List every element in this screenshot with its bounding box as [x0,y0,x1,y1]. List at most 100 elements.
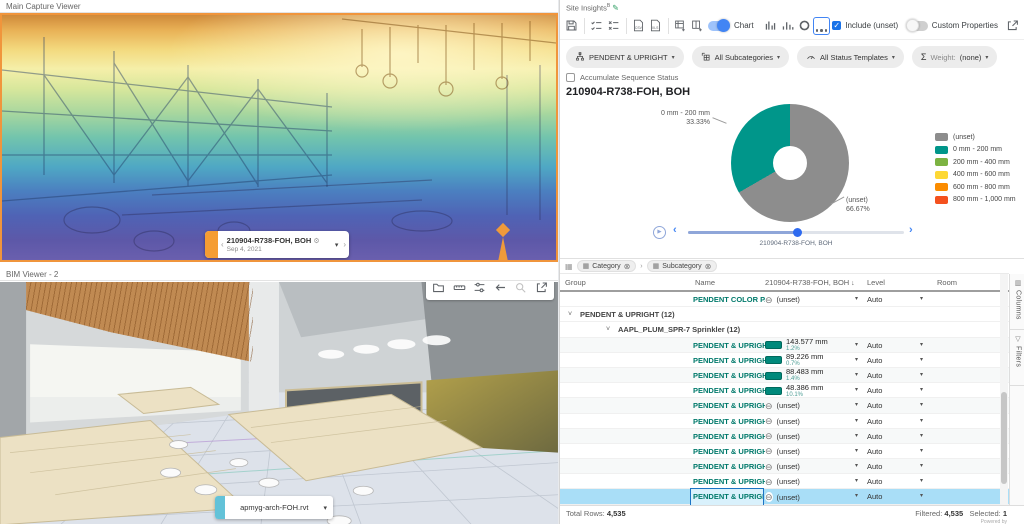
status-dropdown-caret-icon[interactable]: ▾ [855,353,858,368]
level-value[interactable]: Auto [867,398,882,413]
ruler-icon[interactable] [451,282,467,296]
include-unset-checkbox[interactable]: ✓ [832,21,841,30]
element-name[interactable]: PENDENT & UPRIGHT [693,353,765,368]
element-name[interactable]: PENDENT & UPRIGHT [693,459,765,474]
scrollbar-thumb[interactable] [1001,392,1007,484]
folder-icon[interactable] [431,282,447,296]
legend-item[interactable]: 600 mm - 800 mm [935,183,1016,191]
column-header-210904-r738-foh-boh[interactable]: 210904-R738-FOH, BOH ↓ [765,274,855,293]
status-dropdown-caret-icon[interactable]: ▾ [855,383,858,398]
export-xls-icon[interactable]: XLS [647,17,664,35]
level-dropdown-caret-icon[interactable]: ▾ [920,414,923,429]
table-row[interactable]: PENDENT & UPRIGHT⊖(unset)▾Auto▾ [560,398,1009,413]
status-cell[interactable]: ⊖(unset) [765,414,800,429]
chip-remove-icon[interactable]: ⊗ [705,262,712,271]
level-value[interactable]: Auto [867,429,882,444]
side-tab-columns[interactable]: ▥Columns [1010,274,1024,330]
level-value[interactable]: Auto [867,414,882,429]
legend-item[interactable]: 200 mm - 400 mm [935,158,1016,166]
status-dropdown-caret-icon[interactable]: ▾ [855,338,858,353]
legend-item[interactable]: 0 mm - 200 mm [935,146,1016,154]
legend-item[interactable]: 400 mm - 600 mm [935,171,1016,179]
status-cell[interactable]: 143.577 mm1.2% [765,338,828,353]
group-row[interactable]: ˅PENDENT & UPRIGHT (12) [560,307,1009,322]
next-scan-button[interactable]: › [340,240,349,249]
bim-viewport[interactable]: apmyg-arch-FOH.rvt ▾ [0,282,558,524]
status-cell[interactable]: ⊖(unset) [765,474,800,489]
table-row[interactable]: PENDENT & UPRIGHT⊖(unset)▾Auto▾ [560,474,1009,489]
status-cell[interactable]: ⊖(unset) [765,398,800,413]
table-row[interactable]: PENDENT & UPRIGHT143.577 mm1.2%▾Auto▾ [560,338,1009,353]
status-dropdown-caret-icon[interactable]: ▾ [855,474,858,489]
element-name[interactable]: PENDENT & UPRIGHT [693,398,765,413]
export-csv-icon[interactable]: CSV [630,17,647,35]
grid-vertical-scrollbar[interactable] [1000,274,1008,505]
level-dropdown-caret-icon[interactable]: ▾ [920,444,923,459]
status-dropdown-caret-icon[interactable]: ▾ [855,398,858,413]
column-header-name[interactable]: Name [695,274,715,292]
level-dropdown-caret-icon[interactable]: ▾ [920,353,923,368]
timeline-prev-chevron[interactable]: ‹ [673,224,677,236]
status-cell[interactable]: 48.386 mm10.1% [765,383,824,398]
status-dropdown-caret-icon[interactable]: ▾ [855,459,858,474]
multi-select-check-icon[interactable] [588,17,605,35]
level-value[interactable]: Auto [867,444,882,459]
level-dropdown-caret-icon[interactable]: ▾ [920,429,923,444]
column-header-room[interactable]: Room [937,274,957,292]
element-name[interactable]: PENDENT & UPRIGHT [693,429,765,444]
weight-dropdown[interactable]: Σ Weight: (none) ▾ [912,46,998,68]
table-row[interactable]: PENDENT & UPRIGHT⊖(unset)▾Auto▾ [560,459,1009,474]
table-row[interactable]: PENDENT COLOR P...⊖(unset)▾Auto▾ [560,292,1009,307]
status-dropdown-caret-icon[interactable]: ▾ [855,444,858,459]
multi-deselect-x-icon[interactable] [605,17,622,35]
status-dropdown-caret-icon[interactable]: ▾ [855,414,858,429]
status-cell[interactable]: ⊖(unset) [765,292,800,307]
collapse-chevron-icon[interactable]: ˅ [568,307,572,322]
legend-item[interactable]: 800 mm - 1,000 mm [935,196,1016,204]
search-icon[interactable] [513,282,529,296]
dot-plot-icon-selected[interactable] [813,17,831,35]
level-dropdown-caret-icon[interactable]: ▾ [920,474,923,489]
back-arrow-icon[interactable] [492,282,508,296]
level-value[interactable]: Auto [867,338,882,353]
open-in-new-icon[interactable] [533,282,549,296]
level-dropdown-caret-icon[interactable]: ▾ [920,292,923,307]
level-value[interactable]: Auto [867,489,882,504]
bim-model-selector[interactable]: apmyg-arch-FOH.rvt ▾ [215,496,333,519]
level-dropdown-caret-icon[interactable]: ▾ [920,368,923,383]
previous-scan-button[interactable]: ‹ [218,240,227,249]
donut-chart-icon[interactable] [796,17,813,35]
status-dropdown-caret-icon[interactable]: ▾ [855,368,858,383]
tune-settings-icon[interactable] [472,282,488,296]
status-cell[interactable]: ⊖(unset) [765,429,800,444]
element-name[interactable]: PENDENT & UPRIGHT [693,444,765,459]
add-column-icon[interactable] [689,17,706,35]
timeline-next-chevron[interactable]: › [909,224,913,236]
scan-dropdown-caret-icon[interactable]: ▾ [333,241,341,249]
level-dropdown-caret-icon[interactable]: ▾ [920,338,923,353]
chip-remove-icon[interactable]: ⊗ [624,262,631,271]
level-value[interactable]: Auto [867,353,882,368]
custom-properties-toggle[interactable] [906,21,928,31]
save-icon[interactable] [563,17,580,35]
table-row[interactable]: PENDENT & UPRIGHT⊖(unset)▾Auto▾ [560,429,1009,444]
level-dropdown-caret-icon[interactable]: ▾ [920,489,923,504]
sort-descending-icon[interactable]: ↓ [849,280,854,287]
group-chip-subcategory[interactable]: ▦Subcategory⊗ [647,260,718,272]
element-name[interactable]: PENDENT & UPRIGHT [693,383,765,398]
table-row[interactable]: PENDENT & UPRIGHT⊖(unset)▾Auto▾ [560,414,1009,429]
table-row[interactable]: PENDENT & UPRIGHT48.386 mm10.1%▾Auto▾ [560,383,1009,398]
status-cell[interactable]: ⊖(unset) [765,459,800,474]
table-row[interactable]: PENDENT & UPRIGHT88.483 mm1.4%▾Auto▾ [560,368,1009,383]
accumulate-sequence-checkbox[interactable] [566,73,575,82]
legend-item[interactable]: (unset) [935,133,1016,141]
level-value[interactable]: Auto [867,474,882,489]
status-template-filter-dropdown[interactable]: All Status Templates ▾ [797,46,904,68]
status-dropdown-caret-icon[interactable]: ▾ [855,292,858,307]
collapse-chevron-icon[interactable]: ˅ [606,322,610,337]
group-chip-category[interactable]: ▦Category⊗ [577,260,637,272]
subcategory-filter-dropdown[interactable]: All Subcategories ▾ [692,46,789,68]
level-dropdown-caret-icon[interactable]: ▾ [920,459,923,474]
point-cloud-viewport[interactable]: ‹ 210904-R738-FOH, BOH ⚙ Sep 4, 2021 ▾ › [0,13,558,262]
status-cell[interactable]: ⊖(unset) [765,489,800,504]
